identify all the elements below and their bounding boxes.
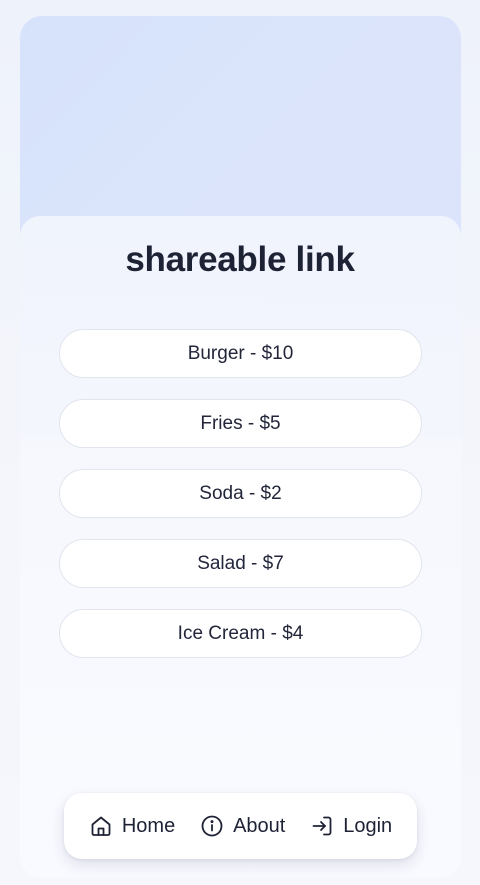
nav-home[interactable]: Home bbox=[89, 814, 175, 838]
nav-home-label: Home bbox=[121, 814, 176, 837]
nav-login[interactable]: Login bbox=[310, 814, 392, 838]
home-icon bbox=[89, 814, 113, 838]
bottom-nav: Home About Login bbox=[64, 793, 417, 859]
menu-item-ice-cream[interactable]: Ice Cream - $4 bbox=[59, 609, 422, 658]
menu-item-salad[interactable]: Salad - $7 bbox=[59, 539, 422, 588]
menu-item-soda[interactable]: Soda - $2 bbox=[59, 469, 422, 518]
info-icon bbox=[200, 814, 224, 838]
menu-list: Burger - $10 Fries - $5 Soda - $2 Salad … bbox=[59, 329, 422, 679]
login-icon bbox=[310, 814, 334, 838]
menu-item-burger[interactable]: Burger - $10 bbox=[59, 329, 422, 378]
menu-item-fries[interactable]: Fries - $5 bbox=[59, 399, 422, 448]
nav-login-label: Login bbox=[343, 814, 393, 837]
nav-about[interactable]: About bbox=[200, 814, 285, 838]
nav-about-label: About bbox=[233, 814, 286, 837]
page-title: shareable link bbox=[125, 240, 355, 279]
